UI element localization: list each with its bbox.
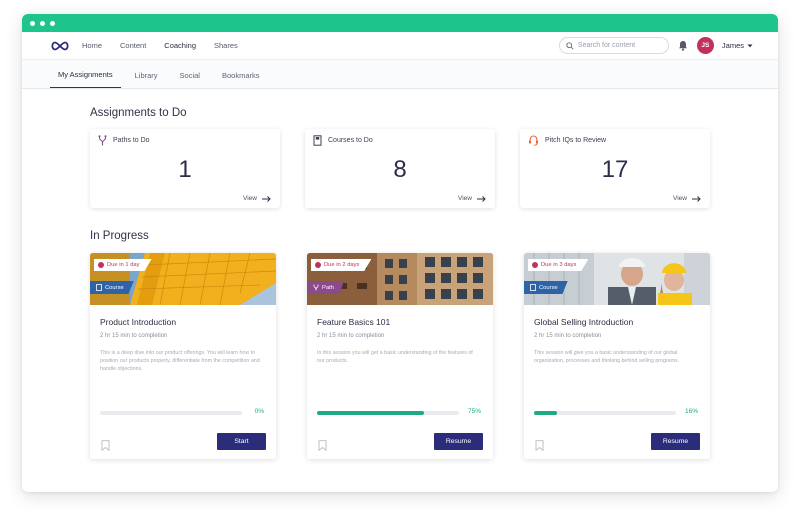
card-label: Pitch IQs to Review — [545, 137, 607, 144]
pitch-iqs-card[interactable]: Pitch IQs to Review 17 View — [520, 129, 710, 208]
paths-to-do-card[interactable]: Paths to Do 1 View — [90, 129, 280, 208]
window-dot — [50, 20, 55, 26]
due-badge: Due in 3 days — [528, 259, 589, 271]
card-header: Paths to Do — [98, 135, 150, 146]
nav-right-group: Search for content JS James — [558, 37, 753, 54]
clock-icon — [532, 262, 538, 268]
start-button[interactable]: Start — [217, 433, 266, 450]
view-link[interactable]: View — [458, 195, 486, 202]
assignments-section-title: Assignments to Do — [90, 107, 187, 119]
path-fork-icon — [98, 135, 107, 146]
window-dot — [30, 20, 35, 26]
tab-social[interactable]: Social — [172, 71, 208, 88]
arrow-right-icon — [692, 195, 701, 202]
book-icon — [96, 284, 102, 291]
view-label: View — [243, 195, 257, 202]
path-fork-icon — [313, 284, 319, 291]
search-icon — [566, 41, 574, 50]
in-progress-section-title: In Progress — [90, 230, 149, 242]
card-description: In this session you will get a basic und… — [317, 350, 473, 364]
type-label: Course — [539, 284, 558, 291]
type-label: Course — [105, 284, 124, 291]
card-label: Courses to Do — [328, 137, 373, 144]
progress-bar — [100, 411, 242, 415]
due-badge: Due in 2 days — [311, 259, 372, 271]
view-label: View — [673, 195, 687, 202]
book-icon — [530, 284, 536, 291]
main-nav-links: Home Content Coaching Shares — [82, 41, 238, 50]
progress-fill — [317, 411, 424, 415]
bookmark-icon[interactable] — [535, 440, 544, 451]
tab-library[interactable]: Library — [127, 71, 166, 88]
chevron-down-icon — [747, 44, 753, 47]
clock-icon — [98, 262, 104, 268]
book-icon — [313, 135, 322, 146]
tab-my-assignments[interactable]: My Assignments — [50, 70, 121, 88]
course-thumbnail: Due in 3 days Course — [524, 253, 710, 305]
card-header: Courses to Do — [313, 135, 373, 146]
progress-bar — [317, 411, 459, 415]
card-title: Product Introduction — [100, 317, 177, 327]
resume-button[interactable]: Resume — [434, 433, 483, 450]
card-duration: 2 hr 15 min to completion — [534, 333, 602, 339]
avatar[interactable]: JS — [696, 37, 714, 54]
sub-navigation: My Assignments Library Social Bookmarks — [22, 60, 778, 89]
card-count: 8 — [393, 156, 407, 183]
course-thumbnail: Due in 1 day Course — [90, 253, 276, 305]
arrow-right-icon — [262, 195, 271, 202]
headset-icon — [529, 135, 538, 146]
card-count: 1 — [178, 156, 192, 183]
card-label: Paths to Do — [113, 137, 150, 144]
card-header: Pitch IQs to Review — [528, 135, 606, 146]
card-duration: 2 hr 15 min to completion — [100, 333, 168, 339]
card-title: Feature Basics 101 — [317, 317, 391, 327]
infinity-logo-icon[interactable] — [50, 40, 70, 52]
search-input[interactable]: Search for content — [558, 37, 669, 54]
type-label: Path — [322, 284, 334, 291]
progress-percent: 0% — [254, 408, 264, 415]
card-description: This session will give you a basic under… — [534, 350, 680, 364]
resume-button[interactable]: Resume — [651, 433, 700, 450]
username-label: James — [721, 41, 744, 50]
arrow-right-icon — [477, 195, 486, 202]
course-card-feature-basics[interactable]: Due in 2 days Path Feature Basics 101 2 … — [307, 253, 493, 459]
user-menu[interactable]: James — [722, 41, 753, 50]
progress-percent: 16% — [684, 408, 698, 415]
course-card-global-selling[interactable]: Due in 3 days Course Global Selling Intr… — [524, 253, 710, 459]
card-duration: 2 hr 15 min to completion — [317, 333, 385, 339]
due-label: Due in 3 days — [541, 262, 577, 268]
progress-percent: 75% — [467, 408, 481, 415]
course-card-product-introduction[interactable]: Due in 1 day Course Product Introduction… — [90, 253, 276, 459]
due-label: Due in 1 day — [107, 262, 140, 268]
app-window: Home Content Coaching Shares Search for … — [22, 14, 778, 492]
window-dot — [40, 20, 45, 26]
top-navigation: Home Content Coaching Shares Search for … — [22, 32, 778, 60]
view-link[interactable]: View — [673, 195, 701, 202]
card-count: 17 — [601, 156, 629, 183]
nav-link-shares[interactable]: Shares — [214, 41, 238, 50]
progress-fill — [534, 411, 557, 415]
course-thumbnail: Due in 2 days Path — [307, 253, 493, 305]
type-tag: Course — [524, 281, 568, 294]
courses-to-do-card[interactable]: Courses to Do 8 View — [305, 129, 495, 208]
clock-icon — [315, 262, 321, 268]
view-label: View — [458, 195, 472, 202]
progress-bar — [534, 411, 676, 415]
due-badge: Due in 1 day — [94, 259, 152, 271]
tab-bookmarks[interactable]: Bookmarks — [214, 71, 268, 88]
search-placeholder: Search for content — [577, 42, 636, 49]
type-tag: Course — [90, 281, 134, 294]
type-tag: Path — [307, 281, 344, 294]
nav-link-content[interactable]: Content — [120, 41, 146, 50]
view-link[interactable]: View — [243, 195, 271, 202]
card-description: This is a deep dive into our product off… — [100, 350, 260, 372]
due-label: Due in 2 days — [324, 262, 360, 268]
nav-link-home[interactable]: Home — [82, 41, 102, 50]
bookmark-icon[interactable] — [101, 440, 110, 451]
bookmark-icon[interactable] — [318, 440, 327, 451]
window-titlebar — [22, 14, 778, 32]
nav-link-coaching[interactable]: Coaching — [164, 41, 196, 50]
bell-icon[interactable] — [677, 40, 689, 52]
card-title: Global Selling Introduction — [534, 317, 634, 327]
